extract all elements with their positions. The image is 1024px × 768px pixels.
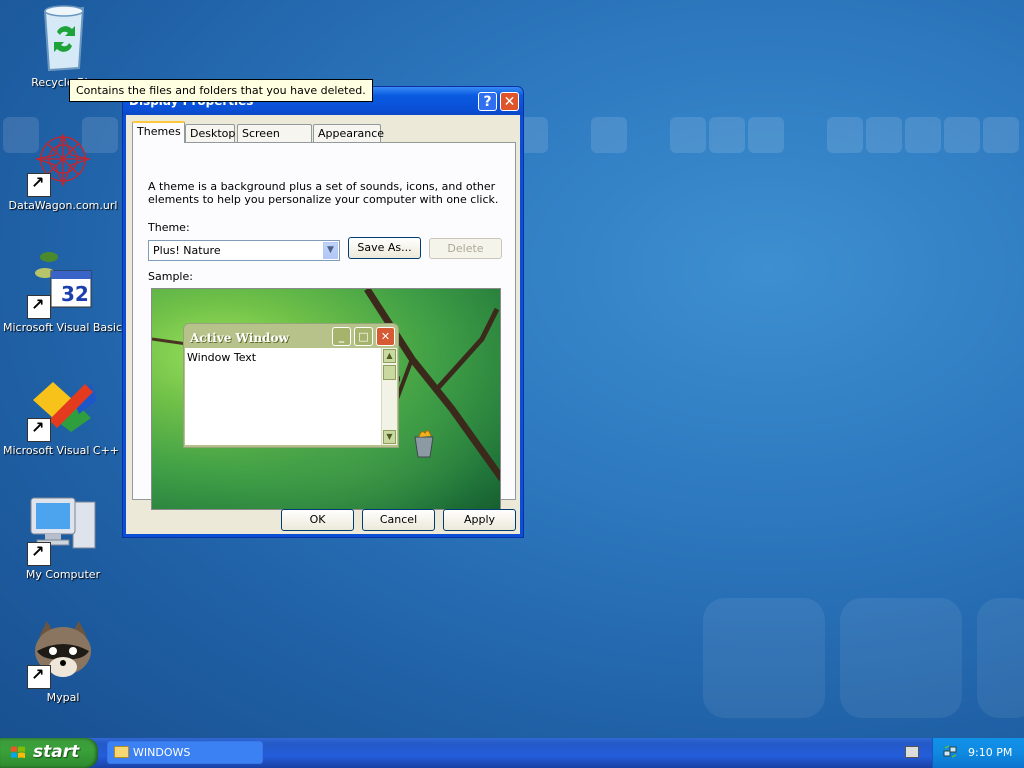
sample-active-window: Active Window _ □ ✕ Window Text ▲ ▼ xyxy=(183,323,399,448)
tab-screen-saver[interactable]: Screen Saver xyxy=(237,124,312,158)
scroll-down-icon: ▼ xyxy=(383,430,396,444)
sample-window-title: Active Window xyxy=(190,331,289,345)
desktop-decoration xyxy=(866,117,902,153)
close-button[interactable]: ✕ xyxy=(500,92,519,111)
desktop-icon-label: Microsoft Visual Basic 6.0 xyxy=(3,321,144,334)
shortcut-arrow-icon xyxy=(27,665,51,689)
svg-text:32: 32 xyxy=(61,282,89,306)
theme-dropdown-value: Plus! Nature xyxy=(153,244,221,257)
delete-button[interactable]: Delete xyxy=(429,238,502,259)
desktop-icon-mypal[interactable]: Mypal xyxy=(3,617,123,704)
tab-desktop[interactable]: Desktop xyxy=(185,124,235,142)
theme-label: Theme: xyxy=(148,221,190,234)
theme-sample-preview: Active Window _ □ ✕ Window Text ▲ ▼ xyxy=(151,288,501,510)
taskbar: start WINDOWS 9:10 PM xyxy=(0,738,1024,768)
desktop-decoration xyxy=(827,117,863,153)
start-label: start xyxy=(33,742,80,762)
desktop-icon-recycle-bin[interactable]: Recycle Bin xyxy=(3,2,123,89)
desktop-icon-label: My Computer xyxy=(25,568,101,581)
tab-themes[interactable]: Themes xyxy=(132,121,185,143)
recycle-bin-icon xyxy=(27,2,99,74)
cancel-button[interactable]: Cancel xyxy=(362,509,435,531)
keyboard-icon[interactable] xyxy=(905,746,919,758)
desktop-icon-label: Mypal xyxy=(46,691,80,704)
theme-dropdown[interactable]: Plus! Nature ▼ xyxy=(148,240,340,261)
desktop-decoration xyxy=(591,117,627,153)
taskbar-button-label: WINDOWS xyxy=(133,746,191,759)
desktop-decoration xyxy=(709,117,745,153)
sample-window-text: Window Text xyxy=(187,351,257,364)
shortcut-arrow-icon xyxy=(27,173,51,197)
folder-icon xyxy=(114,746,129,758)
shortcut-arrow-icon xyxy=(27,295,51,319)
sample-window-client: Window Text ▲ ▼ xyxy=(185,348,397,445)
desktop-decoration xyxy=(748,117,784,153)
display-properties-dialog: Display Properties ? ✕ Themes Desktop Sc… xyxy=(122,86,524,538)
ok-button[interactable]: OK xyxy=(281,509,354,531)
desktop-decoration xyxy=(944,117,980,153)
sample-label: Sample: xyxy=(148,270,193,283)
desktop-icon-visual-cpp[interactable]: Microsoft Visual C++ 6.0 xyxy=(3,370,140,457)
start-button[interactable]: start xyxy=(0,738,98,768)
scroll-thumb xyxy=(383,365,396,380)
shortcut-arrow-icon xyxy=(27,542,51,566)
desktop-decoration xyxy=(905,117,941,153)
tab-appearance[interactable]: Appearance xyxy=(313,124,384,142)
chevron-down-icon[interactable]: ▼ xyxy=(323,242,338,259)
desktop-icon-label: Microsoft Visual C++ 6.0 xyxy=(3,444,140,457)
apply-button[interactable]: Apply xyxy=(443,509,516,531)
my-computer-icon xyxy=(27,494,99,566)
shortcut-arrow-icon xyxy=(27,418,51,442)
desktop-icon-visual-basic[interactable]: 32 Microsoft Visual Basic 6.0 xyxy=(3,247,144,334)
desktop-decoration xyxy=(983,117,1019,153)
sample-recycle-bin-icon xyxy=(414,430,434,458)
desktop-decoration xyxy=(670,117,706,153)
minimize-icon: _ xyxy=(332,327,351,346)
maximize-icon: □ xyxy=(354,327,373,346)
recycle-bin-tooltip: Contains the files and folders that you … xyxy=(69,79,373,102)
dialog-client-area: Themes Desktop Screen Saver Appearance A… xyxy=(126,115,520,534)
scroll-up-icon: ▲ xyxy=(383,349,396,363)
sample-scrollbar: ▲ ▼ xyxy=(381,348,397,445)
visual-basic-icon: 32 xyxy=(27,247,99,319)
save-as-button[interactable]: Save As... xyxy=(348,237,421,259)
themes-description: A theme is a background plus a set of so… xyxy=(148,180,499,206)
desktop-icon-my-computer[interactable]: My Computer xyxy=(3,494,123,581)
close-icon: ✕ xyxy=(376,327,395,346)
datawagon-icon xyxy=(27,125,99,197)
desktop-icon-label: DataWagon.com.url xyxy=(8,199,118,212)
taskbar-button-windows[interactable]: WINDOWS xyxy=(107,741,263,764)
desktop-decoration xyxy=(840,598,962,718)
clock[interactable]: 9:10 PM xyxy=(968,746,1012,759)
visual-cpp-icon xyxy=(27,370,99,442)
desktop-decoration xyxy=(703,598,825,718)
network-icon[interactable] xyxy=(943,745,957,759)
windows-logo-icon xyxy=(11,746,25,758)
system-tray: 9:10 PM xyxy=(932,738,1024,768)
help-button[interactable]: ? xyxy=(478,92,497,111)
desktop-icon-datawagon[interactable]: DataWagon.com.url xyxy=(3,125,123,212)
mypal-icon xyxy=(27,617,99,689)
desktop-decoration xyxy=(977,598,1024,718)
